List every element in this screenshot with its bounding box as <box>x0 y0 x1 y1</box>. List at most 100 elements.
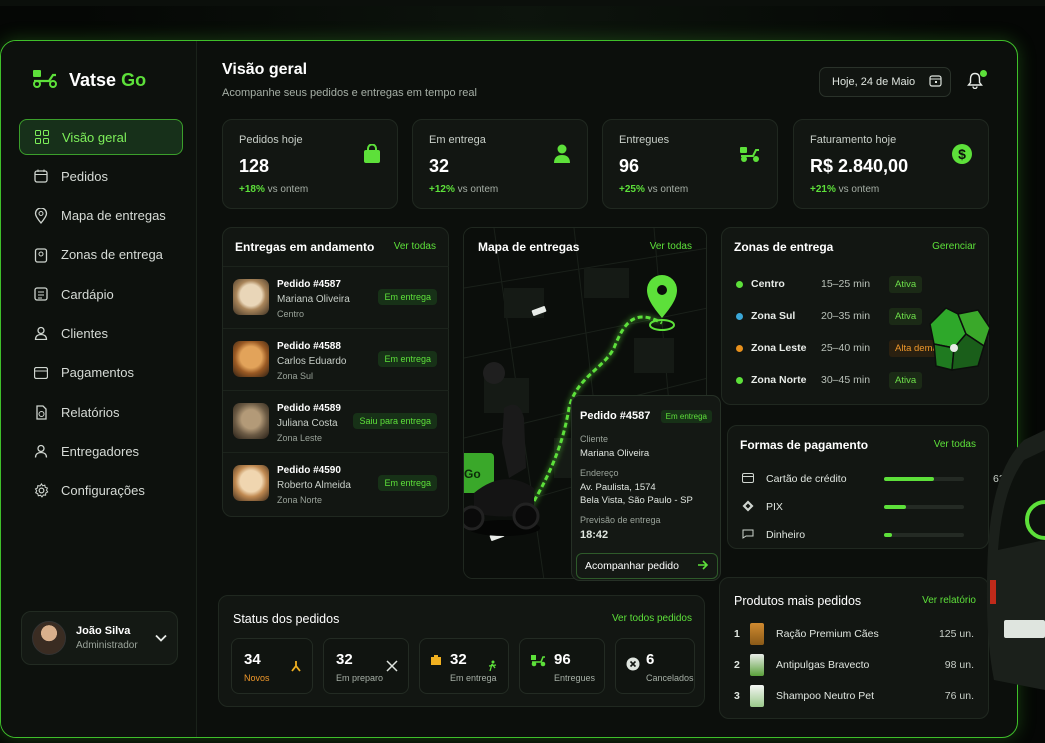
sidebar-item-pedidos[interactable]: Pedidos <box>19 158 183 194</box>
status-tile-cancelados[interactable]: 6 Cancelados <box>615 638 695 694</box>
product-row[interactable]: 2 Antipulgas Bravecto 98 un. <box>734 653 974 677</box>
sidebar-item-pagamentos[interactable]: Pagamentos <box>19 355 183 391</box>
sidebar-item-clientes[interactable]: Clientes <box>19 315 183 351</box>
scooter-logo-icon <box>31 67 59 94</box>
user-icon <box>33 325 49 341</box>
status-tile-entregues[interactable]: 96 Entregues <box>519 638 605 694</box>
user-role: Administrador <box>76 640 138 651</box>
list-item[interactable]: Pedido #4590 Roberto Almeida Zona Norte … <box>223 452 449 514</box>
status-tile-em-preparo[interactable]: 32 Em preparo <box>323 638 409 694</box>
sidebar-item-relatorios[interactable]: Relatórios <box>19 394 183 430</box>
zone-status: Ativa <box>889 275 923 293</box>
list-item[interactable]: Pedido #4589 Juliana Costa Zona Leste Sa… <box>223 390 449 452</box>
product-rank: 2 <box>734 659 740 671</box>
cash-icon <box>742 529 754 542</box>
zone-name: Centro <box>277 309 305 319</box>
list-item[interactable]: Pedido #4587 Mariana Oliveira Centro Em … <box>223 266 449 328</box>
sidebar-item-zonas-de-entrega[interactable]: Zonas de entrega <box>19 237 183 273</box>
order-popup: Pedido #4587 Em entrega Cliente Mariana … <box>571 395 721 581</box>
card-title: Mapa de entregas <box>478 240 580 254</box>
sidebar-item-mapa-de-entregas[interactable]: Mapa de entregas <box>19 198 183 234</box>
card-title: Zonas de entrega <box>734 240 834 254</box>
stat-card-faturamento[interactable]: Faturamento hoje R$ 2.840,00 +21% vs ont… <box>793 119 989 209</box>
zone-row[interactable]: Zona Sul 20–35 min Ativa <box>736 306 923 326</box>
zone-name: Zona Leste <box>751 342 807 354</box>
report-link[interactable]: Ver relatório <box>922 595 976 606</box>
customer-name: Carlos Eduardo <box>277 356 347 367</box>
sidebar-item-cardapio[interactable]: Cardápio <box>19 276 183 312</box>
product-image <box>750 654 764 676</box>
manage-link[interactable]: Gerenciar <box>932 241 976 252</box>
see-all-link[interactable]: Ver todas <box>934 439 976 450</box>
menu-icon <box>33 286 49 302</box>
client-label: Cliente <box>580 434 609 444</box>
zone-time: 30–45 min <box>821 374 871 386</box>
stat-value: 32 <box>429 156 450 176</box>
status-count: 96 <box>554 651 571 668</box>
chevron-down-icon[interactable] <box>155 629 167 647</box>
stat-card-pedidos-hoje[interactable]: Pedidos hoje 128 +18% vs ontem <box>222 119 398 209</box>
status-badge: Em entrega <box>660 410 712 423</box>
zone-map-icon <box>929 307 990 371</box>
eta-label: Previsão de entrega <box>580 515 661 525</box>
status-tile-novos[interactable]: 34 Novos <box>231 638 313 694</box>
status-count: 32 <box>450 651 467 668</box>
app-window: Vatse Go Visão geral Pedidos Mapa de ent… <box>0 40 1018 738</box>
stat-card-em-entrega[interactable]: Em entrega 32 +12% vs ontem <box>412 119 588 209</box>
zones-card: Zonas de entrega Gerenciar Centro 15–25 … <box>721 227 990 405</box>
payment-name: Cartão de crédito <box>766 473 847 485</box>
track-order-button[interactable]: Acompanhar pedido <box>576 553 718 579</box>
brand-accent: Go <box>121 70 147 90</box>
sidebar-item-label: Zonas de entrega <box>61 247 163 263</box>
arrow-right-icon <box>697 559 709 573</box>
notification-dot <box>980 70 987 77</box>
date-picker[interactable]: Hoje, 24 de Maio <box>819 67 951 97</box>
card-title: Status dos pedidos <box>233 612 340 626</box>
deliveries-card: Entregas em andamento Ver todas Pedido #… <box>222 227 449 517</box>
utensils-icon <box>386 659 398 677</box>
see-all-orders-link[interactable]: Ver todos pedidos <box>612 613 692 624</box>
sidebar-item-entregadores[interactable]: Entregadores <box>19 433 183 469</box>
order-id: Pedido #4589 <box>277 403 341 414</box>
zone-time: 15–25 min <box>821 278 871 290</box>
sidebar-item-label: Configurações <box>61 483 145 499</box>
payment-row: Cartão de crédito 62% <box>742 470 1014 488</box>
zone-row[interactable]: Zona Norte 30–45 min Ativa <box>736 370 923 390</box>
status-label: Novos <box>244 673 270 683</box>
user-menu[interactable]: João Silva Administrador <box>21 611 178 665</box>
zone-row[interactable]: Centro 15–25 min Ativa <box>736 274 923 294</box>
stat-label: Pedidos hoje <box>239 134 303 146</box>
brand-logo[interactable]: Vatse Go <box>31 67 146 94</box>
stat-value: R$ 2.840,00 <box>810 156 909 176</box>
track-order-label: Acompanhar pedido <box>585 560 679 572</box>
sidebar-item-label: Entregadores <box>61 443 140 459</box>
see-all-link[interactable]: Ver todas <box>650 241 692 252</box>
sidebar-item-configuracoes[interactable]: Configurações <box>19 473 183 509</box>
sidebar: Vatse Go Visão geral Pedidos Mapa de ent… <box>1 41 197 737</box>
sidebar-item-visao-geral[interactable]: Visão geral <box>19 119 183 155</box>
card-icon <box>33 365 49 381</box>
product-row[interactable]: 1 Ração Premium Cães 125 un. <box>734 622 974 646</box>
product-row[interactable]: 3 Shampoo Neutro Pet 76 un. <box>734 684 974 708</box>
card-title: Formas de pagamento <box>740 438 869 452</box>
sidebar-item-label: Relatórios <box>61 404 120 420</box>
zone-status: Ativa <box>889 307 923 325</box>
list-item[interactable]: Pedido #4588 Carlos Eduardo Zona Sul Em … <box>223 328 449 390</box>
zone-dot <box>736 344 743 352</box>
zone-name: Zona Norte <box>277 495 323 505</box>
zone-name: Zona Leste <box>277 433 323 443</box>
pix-icon <box>742 500 754 515</box>
sidebar-item-label: Mapa de entregas <box>61 208 166 224</box>
payment-bar <box>884 505 964 509</box>
delivery-van-image <box>986 430 1045 690</box>
zone-time: 25–40 min <box>821 342 871 354</box>
stat-label: Entregues <box>619 134 670 146</box>
stat-delta: +21% vs ontem <box>810 184 880 195</box>
see-all-link[interactable]: Ver todas <box>394 241 436 252</box>
status-tile-em-entrega[interactable]: 32 Em entrega <box>419 638 509 694</box>
stat-card-entregues[interactable]: Entregues 96 +25% vs ontem <box>602 119 778 209</box>
zone-icon <box>33 247 49 263</box>
top-strip <box>0 0 1045 6</box>
product-rank: 1 <box>734 628 740 640</box>
sidebar-item-label: Cardápio <box>61 286 114 302</box>
